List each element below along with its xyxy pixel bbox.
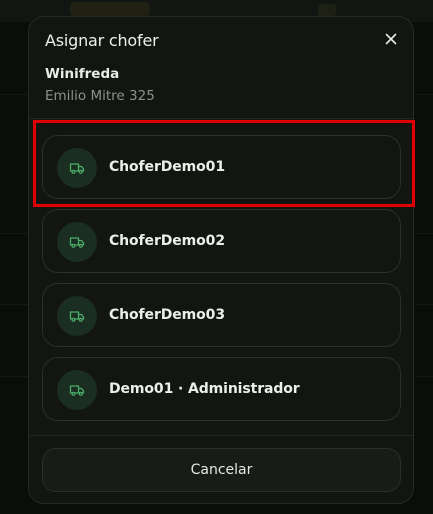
driver-option[interactable]: Demo01 · Administrador: [42, 357, 401, 421]
driver-label: Demo01 · Administrador: [109, 381, 300, 397]
driver-label: ChoferDemo02: [109, 233, 225, 249]
close-button[interactable]: [383, 31, 399, 47]
close-icon: [385, 33, 397, 45]
background-element: [318, 4, 336, 16]
driver-label: ChoferDemo01: [109, 159, 225, 175]
driver-label: ChoferDemo03: [109, 307, 225, 323]
driver-option[interactable]: ChoferDemo03: [42, 283, 401, 347]
truck-icon: [57, 296, 97, 336]
driver-option[interactable]: ChoferDemo01: [42, 135, 401, 199]
truck-icon: [57, 148, 97, 188]
assign-driver-dialog: Asignar chofer Winifreda Emilio Mitre 32…: [28, 16, 414, 504]
divider: [29, 118, 413, 119]
background-element: [70, 2, 150, 16]
cancel-button[interactable]: Cancelar: [42, 448, 401, 492]
truck-icon: [57, 222, 97, 262]
client-name: Winifreda: [45, 66, 120, 82]
dialog-title: Asignar chofer: [45, 31, 159, 50]
divider: [29, 435, 413, 436]
driver-option[interactable]: ChoferDemo02: [42, 209, 401, 273]
client-address: Emilio Mitre 325: [45, 88, 155, 104]
truck-icon: [57, 370, 97, 410]
